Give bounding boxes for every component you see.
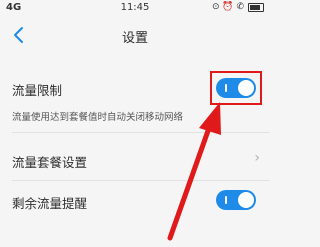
annotation-arrow xyxy=(167,102,221,241)
